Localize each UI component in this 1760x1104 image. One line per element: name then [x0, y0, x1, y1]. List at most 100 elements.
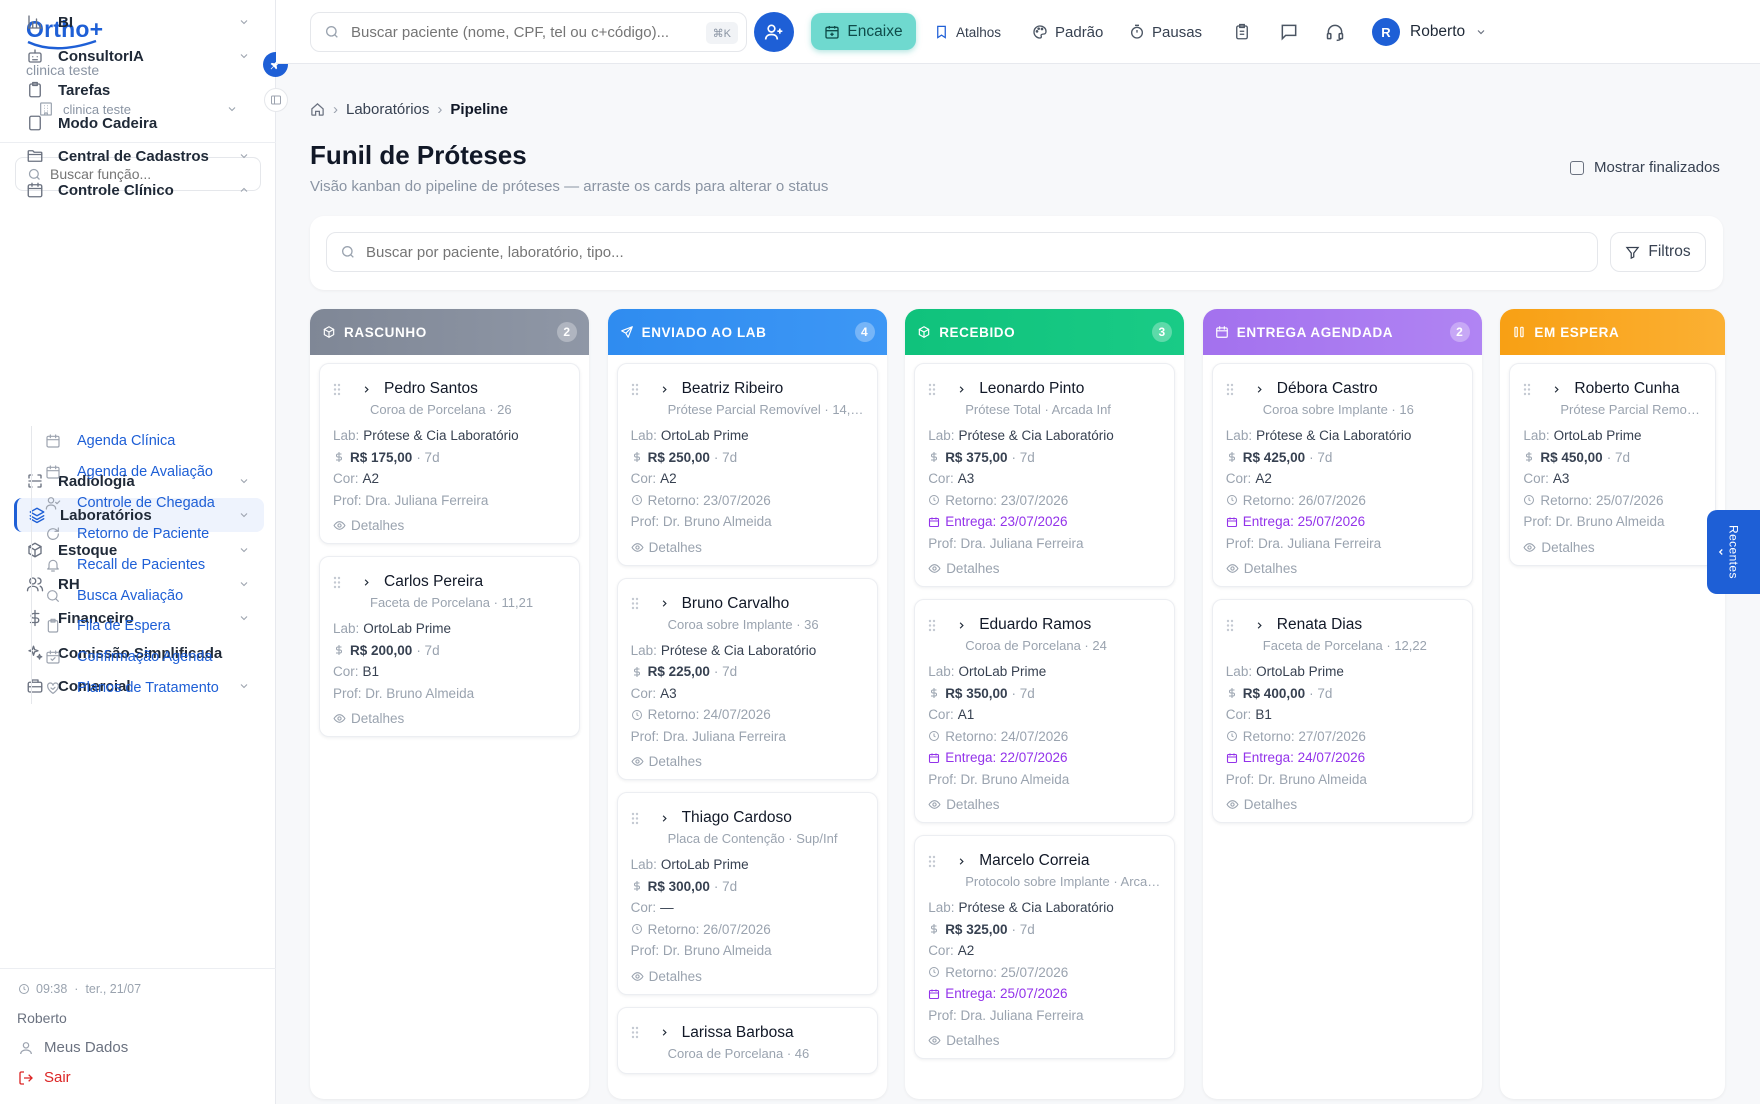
sidebar-item-central-de-cadastros[interactable]: Central de Cadastros [14, 139, 264, 173]
details-button[interactable]: Detalhes [631, 969, 865, 984]
chevron-right-icon [1555, 385, 1560, 393]
show-finished-checkbox[interactable] [1570, 160, 1584, 175]
sidebar-subitem[interactable]: Fila de Espera [45, 614, 171, 638]
sidebar-subitem[interactable]: Agenda Clínica [45, 429, 175, 453]
sidebar-subitem[interactable]: Retorno de Paciente [45, 522, 209, 546]
expand-card-button[interactable] [1254, 620, 1265, 631]
drag-handle[interactable] [928, 855, 942, 868]
my-data-link[interactable]: Meus Dados [18, 1039, 128, 1056]
drag-handle[interactable] [631, 597, 645, 610]
card-header: Leonardo Pinto [928, 378, 1162, 400]
expand-card-button[interactable] [659, 384, 670, 395]
details-button[interactable]: Detalhes [1523, 540, 1703, 555]
encaixe-button[interactable]: Encaixe [811, 13, 916, 50]
breadcrumb-section[interactable]: Laboratórios [346, 101, 429, 118]
drag-handle[interactable] [333, 576, 347, 589]
prosthesis-card[interactable]: Larissa Barbosa Coroa de Porcelana · 46 [616, 1006, 878, 1074]
clipboard-list-button[interactable] [1229, 19, 1255, 45]
padrao-button[interactable]: Padrão [1032, 20, 1103, 44]
messages-button[interactable] [1276, 19, 1302, 45]
expand-card-button[interactable] [361, 577, 372, 588]
details-button[interactable]: Detalhes [928, 1033, 1162, 1048]
drag-handle[interactable] [928, 383, 942, 396]
prof-name: Dr. Bruno Almeida [960, 771, 1070, 787]
expand-card-button[interactable] [956, 384, 967, 395]
expand-card-button[interactable] [1254, 384, 1265, 395]
prosthesis-card[interactable]: Beatriz Ribeiro Prótese Parcial Removível… [616, 363, 878, 566]
logout-icon [18, 1070, 34, 1086]
support-button[interactable] [1322, 19, 1348, 45]
kanban-search[interactable] [326, 232, 1598, 272]
card-prof: Prof: Dra. Juliana Ferreira [928, 1005, 1162, 1027]
prosthesis-card[interactable]: Eduardo Ramos Coroa de Porcelana · 24 Lab:… [914, 599, 1176, 823]
card-details: Lab: OrtoLab Prime R$ 450,00 · 7d Cor: A3 Reto… [1523, 425, 1703, 533]
add-patient-button[interactable] [754, 12, 794, 52]
filters-button[interactable]: Filtros [1610, 232, 1706, 272]
drag-handle-icon [333, 383, 341, 395]
patient-search-input[interactable] [351, 23, 691, 41]
details-button[interactable]: Detalhes [928, 561, 1162, 576]
drag-handle[interactable] [631, 1026, 645, 1039]
home-icon[interactable] [310, 102, 325, 117]
details-label: Detalhes [648, 539, 702, 555]
show-finished-toggle[interactable]: Mostrar finalizados [1570, 159, 1720, 176]
pausas-button[interactable]: Pausas [1129, 20, 1202, 44]
lab-label: Lab: [630, 428, 657, 444]
expand-card-button[interactable] [1551, 384, 1562, 395]
details-button[interactable]: Detalhes [333, 711, 567, 726]
details-button[interactable]: Detalhes [1226, 561, 1460, 576]
prosthesis-card[interactable]: Carlos Pereira Faceta de Porcelana · 11,2… [319, 556, 580, 737]
details-button[interactable]: Detalhes [631, 754, 865, 769]
patient-search[interactable]: ⌘K [310, 12, 747, 52]
sidebar-subitem[interactable]: Controle de Chegada [45, 491, 215, 515]
dollar-icon [1526, 452, 1533, 463]
sidebar-item-tarefas[interactable]: Tarefas [14, 73, 264, 107]
retorno-date: 27/07/2026 [1298, 728, 1366, 744]
sidebar-item-consultoria[interactable]: ConsultorIA [14, 39, 264, 73]
details-button[interactable]: Detalhes [1226, 797, 1460, 812]
user-menu[interactable]: R Roberto [1372, 16, 1487, 48]
drag-handle[interactable] [1226, 619, 1240, 632]
sidebar-subitem[interactable]: Busca Avaliação [45, 584, 183, 608]
details-button[interactable]: Detalhes [631, 540, 865, 555]
details-button[interactable]: Detalhes [928, 797, 1162, 812]
prosthesis-card[interactable]: Leonardo Pinto Prótese Total · Arcada Inf… [914, 363, 1176, 587]
drag-handle[interactable] [333, 383, 347, 396]
drag-handle[interactable] [928, 619, 942, 632]
sidebar-item-controle-clinico[interactable]: Controle Clínico [14, 173, 264, 207]
prosthesis-card[interactable]: Renata Dias Faceta de Porcelana · 12,22 La… [1211, 599, 1473, 823]
prosthesis-card[interactable]: Thiago Cardoso Placa de Contenção · Sup/I… [616, 792, 878, 995]
pause-icon [1514, 326, 1525, 338]
drag-handle[interactable] [631, 383, 645, 396]
details-button[interactable]: Detalhes [333, 518, 567, 533]
prosthesis-card[interactable]: Pedro Santos Coroa de Porcelana · 26 Lab: P… [319, 363, 580, 544]
prosthesis-card[interactable]: Marcelo Correia Protocolo sobre Implante … [914, 835, 1176, 1059]
logout-link[interactable]: Sair [18, 1069, 71, 1086]
sidebar-subitem[interactable]: Recall de Pacientes [45, 553, 205, 577]
card-color: Cor: A2 [1226, 468, 1460, 490]
expand-card-button[interactable] [956, 620, 967, 631]
expand-card-button[interactable] [659, 598, 670, 609]
sidebar-subitem[interactable]: Agenda de Avaliação [45, 460, 213, 484]
expand-card-button[interactable] [659, 813, 670, 824]
sidebar-item-chevron [238, 16, 250, 28]
atalhos-button[interactable]: Atalhos [934, 20, 1001, 44]
bar-chart-icon [27, 15, 43, 29]
drag-handle[interactable] [1226, 383, 1240, 396]
sidebar-subitem[interactable]: Planos de Tratamento [45, 676, 219, 700]
expand-card-button[interactable] [361, 384, 372, 395]
expand-card-button[interactable] [659, 1027, 670, 1038]
prosthesis-card[interactable]: Bruno Carvalho Coroa sobre Implante · 36 L… [616, 577, 878, 780]
card-color: Cor: A3 [1523, 468, 1703, 490]
recentes-tab[interactable]: Recentes [1707, 510, 1760, 594]
expand-card-button[interactable] [956, 856, 967, 867]
prosthesis-card[interactable]: Débora Castro Coroa sobre Implante · 16 La… [1211, 363, 1473, 587]
drag-handle[interactable] [631, 812, 645, 825]
sidebar-subitem[interactable]: Confirmação Agenda [45, 645, 212, 669]
column-icon [1512, 325, 1526, 339]
prosthesis-card[interactable]: Roberto Cunha Prótese Parcial Removível ·… [1509, 363, 1717, 566]
sidebar-item-modo-cadeira[interactable]: Modo Cadeira [14, 106, 264, 140]
kanban-search-input[interactable] [366, 243, 1566, 261]
drag-handle[interactable] [1523, 383, 1537, 396]
sidebar-item-bi[interactable]: BI [14, 5, 264, 39]
